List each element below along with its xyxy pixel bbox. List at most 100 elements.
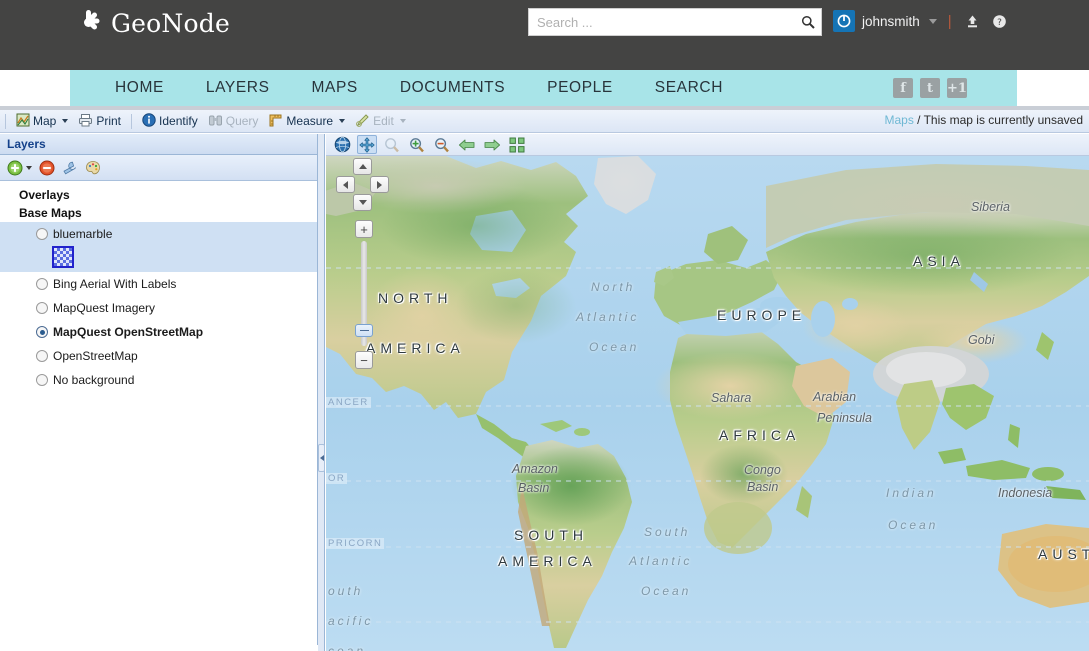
map-viewport: NORTH AMERICA EUROPE ASIA AFRICA SOUTH A… [326, 134, 1089, 651]
toolbar-query-label: Query [225, 114, 259, 128]
chevron-left-icon [319, 455, 324, 461]
map-tools-toolbar [326, 134, 1089, 156]
layer-label-openstreetmap: OpenStreetMap [53, 349, 138, 363]
radio-openstreetmap[interactable] [36, 350, 48, 362]
zoom-out-button[interactable] [432, 135, 452, 154]
tree-node-overlays[interactable]: Overlays [0, 186, 317, 204]
map-save-status: Maps / This map is currently unsaved [884, 113, 1083, 127]
chevron-down-icon [399, 119, 406, 123]
toolbar-identify-label: Identify [159, 114, 198, 128]
header-separator: | [947, 12, 952, 30]
twitter-icon[interactable]: t [920, 78, 940, 98]
panel-splitter[interactable] [318, 134, 325, 651]
nav-home[interactable]: HOME [94, 70, 185, 106]
chevron-down-icon [928, 18, 937, 24]
panel-bottom-edge [0, 645, 318, 651]
layer-label-mapquest-openstreetmap: MapQuest OpenStreetMap [53, 325, 204, 339]
layer-label-mapquest-imagery: MapQuest Imagery [53, 301, 156, 315]
help-icon[interactable]: ? [990, 11, 1010, 31]
pencil-icon [355, 113, 370, 130]
toolbar-edit-button[interactable]: Edit [350, 112, 411, 131]
nav-documents[interactable]: DOCUMENTS [379, 70, 526, 106]
pan-right-button[interactable] [370, 176, 389, 193]
toolbar-measure-button[interactable]: Measure [263, 112, 350, 131]
zoom-in-step-button[interactable]: + [355, 220, 373, 238]
pan-down-button[interactable] [353, 194, 372, 211]
upload-icon[interactable] [963, 11, 983, 31]
splitter-collapse-handle[interactable] [318, 444, 325, 472]
layer-row-openstreetmap[interactable]: OpenStreetMap [0, 344, 317, 368]
printer-icon [78, 113, 93, 130]
layer-row-bluemarble[interactable]: bluemarble [0, 222, 317, 246]
nav-search[interactable]: SEARCH [634, 70, 744, 106]
map-navigation-controls: + − [334, 156, 396, 370]
world-terrain-map [326, 156, 1089, 651]
radio-mapquest-imagery[interactable] [36, 302, 48, 314]
layer-row-bing-aerial-with-labels[interactable]: Bing Aerial With Labels [0, 272, 317, 296]
svg-text:?: ? [997, 18, 1002, 28]
layers-panel-toolbar [0, 155, 317, 181]
geonode-flower-logo [76, 8, 102, 38]
legend-swatch [52, 246, 74, 268]
layer-label-bing-aerial-with-labels: Bing Aerial With Labels [53, 277, 177, 291]
toolbar-print-label: Print [96, 114, 122, 128]
layer-properties-button[interactable] [62, 160, 78, 176]
geonode-map-composer: GeoNode johnsmith | [0, 0, 1089, 651]
globe-button[interactable] [332, 135, 352, 154]
radio-mapquest-openstreetmap[interactable] [36, 326, 48, 338]
pan-button[interactable] [357, 135, 377, 154]
chevron-down-icon [339, 119, 346, 123]
toolbar-identify-button[interactable]: Identify [137, 112, 203, 131]
nav-people[interactable]: PEOPLE [526, 70, 634, 106]
nav-maps[interactable]: MAPS [291, 70, 379, 106]
nav-item-list: HOME LAYERS MAPS DOCUMENTS PEOPLE SEARCH [70, 70, 1017, 106]
toolbar-map-button[interactable]: Map [11, 112, 73, 131]
radio-bluemarble[interactable] [36, 228, 48, 240]
layer-row-mapquest-imagery[interactable]: MapQuest Imagery [0, 296, 317, 320]
facebook-icon[interactable]: f [893, 78, 913, 98]
radio-bing-aerial-with-labels[interactable] [36, 278, 48, 290]
legend-bluemarble [0, 246, 317, 272]
chevron-down-icon [62, 119, 69, 123]
social-links: f t +1 [893, 78, 967, 98]
layer-row-no-background[interactable]: No background [0, 368, 317, 392]
toolbar-divider [131, 113, 133, 129]
pan-up-button[interactable] [353, 158, 372, 175]
radio-no-background[interactable] [36, 374, 48, 386]
layers-panel: Layers Overlays Base Maps bluemarble Bin… [0, 134, 318, 651]
search-icon[interactable] [795, 9, 821, 35]
toolbar-measure-label: Measure [286, 114, 334, 128]
brand-name: GeoNode [111, 8, 230, 38]
brand[interactable]: GeoNode [76, 8, 230, 38]
toolbar-divider [5, 113, 6, 129]
user-menu[interactable]: johnsmith | ? [833, 10, 1010, 32]
googleplus-icon[interactable]: +1 [947, 78, 967, 98]
zoom-extent-button[interactable] [507, 135, 527, 154]
layer-label-bluemarble: bluemarble [53, 227, 113, 241]
toolbar-print-button[interactable]: Print [73, 112, 126, 131]
ruler-icon [268, 113, 283, 130]
add-layer-button[interactable] [7, 160, 32, 176]
map-action-toolbar: Map Print Identify Query Measure Edit Ma… [0, 110, 1089, 133]
binocular-icon [208, 113, 223, 130]
layer-style-button[interactable] [85, 160, 101, 176]
zoom-box-button[interactable] [382, 135, 402, 154]
layer-row-mapquest-openstreetmap[interactable]: MapQuest OpenStreetMap [0, 320, 317, 344]
chevron-down-icon [26, 165, 32, 170]
zoom-previous-button[interactable] [457, 135, 477, 154]
pan-left-button[interactable] [336, 176, 355, 193]
tree-node-base-maps[interactable]: Base Maps [0, 204, 317, 222]
maps-breadcrumb-link[interactable]: Maps [884, 113, 913, 127]
search-input[interactable] [529, 9, 795, 35]
zoom-slider-thumb[interactable] [355, 324, 373, 337]
map-canvas[interactable]: NORTH AMERICA EUROPE ASIA AFRICA SOUTH A… [326, 156, 1089, 651]
toolbar-query-button[interactable]: Query [203, 112, 264, 131]
zoom-out-step-button[interactable]: − [355, 351, 373, 369]
zoom-next-button[interactable] [482, 135, 502, 154]
zoom-in-button[interactable] [407, 135, 427, 154]
nav-layers[interactable]: LAYERS [185, 70, 291, 106]
map-icon [16, 113, 30, 130]
toolbar-edit-label: Edit [373, 114, 394, 128]
search-box[interactable] [528, 8, 822, 36]
remove-layer-button[interactable] [39, 160, 55, 176]
